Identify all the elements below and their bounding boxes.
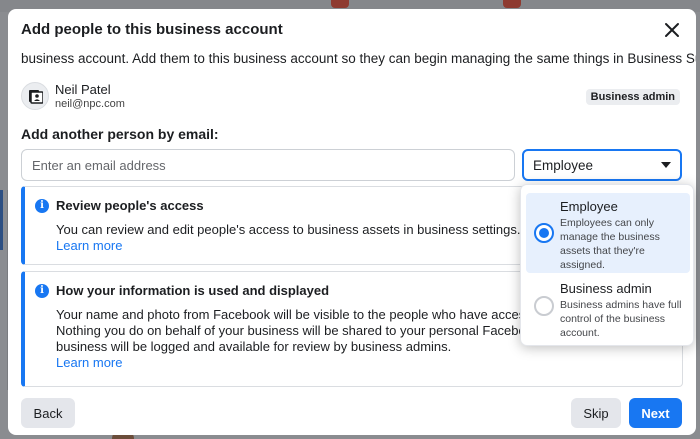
radio-selected[interactable] bbox=[534, 223, 554, 243]
modal-header: Add people to this business account bbox=[8, 9, 696, 51]
next-button[interactable]: Next bbox=[629, 398, 682, 428]
learn-more-link[interactable]: Learn more bbox=[56, 355, 561, 371]
role-option-description: Employees can only manage the business a… bbox=[560, 217, 660, 271]
role-option-title: Business admin bbox=[560, 281, 652, 296]
person-card-icon bbox=[29, 90, 43, 104]
card-title: How your information is used and display… bbox=[56, 283, 330, 298]
skip-button[interactable]: Skip bbox=[571, 398, 621, 428]
role-option-business-admin[interactable]: Business admin Business admins have full… bbox=[526, 275, 690, 343]
person-email: neil@npc.com bbox=[55, 98, 125, 110]
role-select-value: Employee bbox=[533, 158, 594, 173]
learn-more-link[interactable]: Learn more bbox=[56, 238, 521, 254]
role-option-title: Employee bbox=[560, 199, 618, 214]
card-title: Review people's access bbox=[56, 198, 204, 213]
caret-down-icon bbox=[661, 162, 671, 168]
role-badge: Business admin bbox=[585, 89, 680, 105]
email-input[interactable] bbox=[21, 149, 515, 181]
radio-unselected[interactable] bbox=[534, 296, 554, 316]
modal-intro-text: business account. Add them to this busin… bbox=[21, 51, 696, 66]
close-button[interactable] bbox=[662, 20, 682, 40]
card-text: You can review and edit people's access … bbox=[56, 222, 521, 237]
role-dropdown: Employee Employees can only manage the b… bbox=[520, 184, 694, 346]
card-body: You can review and edit people's access … bbox=[56, 222, 521, 254]
background-notification-marker bbox=[503, 0, 521, 8]
role-select[interactable]: Employee bbox=[522, 149, 682, 181]
background-notification-marker bbox=[331, 0, 349, 8]
info-icon: i bbox=[35, 284, 49, 298]
person-avatar bbox=[21, 82, 49, 110]
role-option-description: Business admins have full control of the… bbox=[560, 299, 682, 339]
background-accent bbox=[0, 190, 3, 250]
card-text: Nothing you do on behalf of your busines… bbox=[56, 323, 562, 338]
role-option-employee[interactable]: Employee Employees can only manage the b… bbox=[526, 193, 690, 273]
card-body: Your name and photo from Facebook will b… bbox=[56, 307, 561, 371]
modal-title: Add people to this business account bbox=[21, 21, 283, 38]
info-icon: i bbox=[35, 199, 49, 213]
card-text: Your name and photo from Facebook will b… bbox=[56, 307, 561, 322]
back-button[interactable]: Back bbox=[21, 398, 75, 428]
close-icon bbox=[665, 23, 679, 37]
card-text: business will be logged and available fo… bbox=[56, 339, 452, 354]
person-name: Neil Patel bbox=[55, 82, 111, 97]
add-person-label: Add another person by email: bbox=[21, 126, 219, 142]
